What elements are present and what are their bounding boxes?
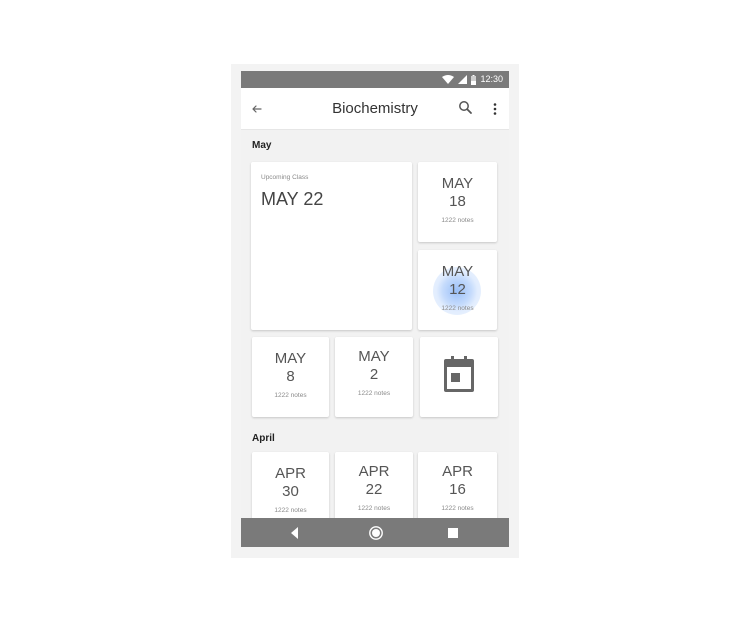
card-month: APR: [275, 465, 306, 482]
more-vert-icon: [493, 103, 497, 115]
nav-recents-button[interactable]: [445, 525, 461, 541]
card-month: MAY: [358, 348, 390, 365]
card-month: MAY: [274, 350, 307, 367]
card-day: 16: [449, 481, 466, 498]
card-notes: 1222 notes: [441, 505, 474, 512]
card-month: APR: [442, 463, 473, 480]
battery-icon: [471, 74, 477, 85]
card-day: 12: [449, 281, 466, 298]
more-options-button[interactable]: [487, 100, 503, 118]
date-card-may-8[interactable]: MAY 8 1222 notes: [252, 337, 329, 417]
card-month: MAY: [441, 263, 474, 280]
card-notes: 1222 notes: [274, 507, 307, 514]
card-notes: 1222 notes: [441, 305, 474, 312]
card-notes: 1222 notes: [441, 217, 474, 224]
nav-recents-icon: [448, 528, 458, 538]
upcoming-class-card[interactable]: Upcoming Class MAY 22: [251, 162, 412, 330]
card-day: 8: [286, 368, 295, 385]
date-card-may-18[interactable]: MAY 18 1222 notes: [418, 162, 497, 242]
card-day: 2: [369, 366, 379, 383]
card-month: APR: [358, 463, 390, 480]
nav-back-icon: [291, 527, 298, 539]
search-icon: [459, 101, 472, 114]
card-notes: 1222 notes: [357, 390, 391, 397]
section-title-may: May: [252, 140, 272, 151]
card-notes: 1222 notes: [357, 505, 391, 512]
upcoming-label: Upcoming Class: [261, 174, 309, 181]
nav-home-icon: [369, 526, 383, 540]
card-month: MAY: [441, 175, 474, 192]
nav-back-button[interactable]: [287, 525, 303, 541]
card-day: 18: [449, 193, 466, 210]
card-day: 22: [365, 481, 383, 498]
navigation-bar: [241, 518, 509, 547]
card-day: 30: [282, 483, 299, 500]
upcoming-date: MAY 22: [261, 189, 324, 209]
date-card-may-12[interactable]: MAY 12 1222 notes: [418, 250, 497, 330]
status-bar: 12:30: [241, 71, 509, 88]
calendar-card[interactable]: [420, 337, 498, 417]
search-button[interactable]: [457, 99, 475, 117]
phone-screen: 12:30 Biochemistry May Upcoming Class MA…: [241, 71, 509, 547]
signal-icon: [458, 75, 468, 84]
card-notes: 1222 notes: [274, 392, 307, 399]
app-bar: Biochemistry: [241, 88, 509, 130]
calendar-icon: [444, 356, 474, 392]
nav-home-button[interactable]: [368, 525, 384, 541]
section-title-april: April: [252, 433, 275, 444]
date-card-may-2[interactable]: MAY 2 1222 notes: [335, 337, 413, 417]
status-time: 12:30: [480, 74, 503, 84]
wifi-icon: [442, 75, 455, 84]
